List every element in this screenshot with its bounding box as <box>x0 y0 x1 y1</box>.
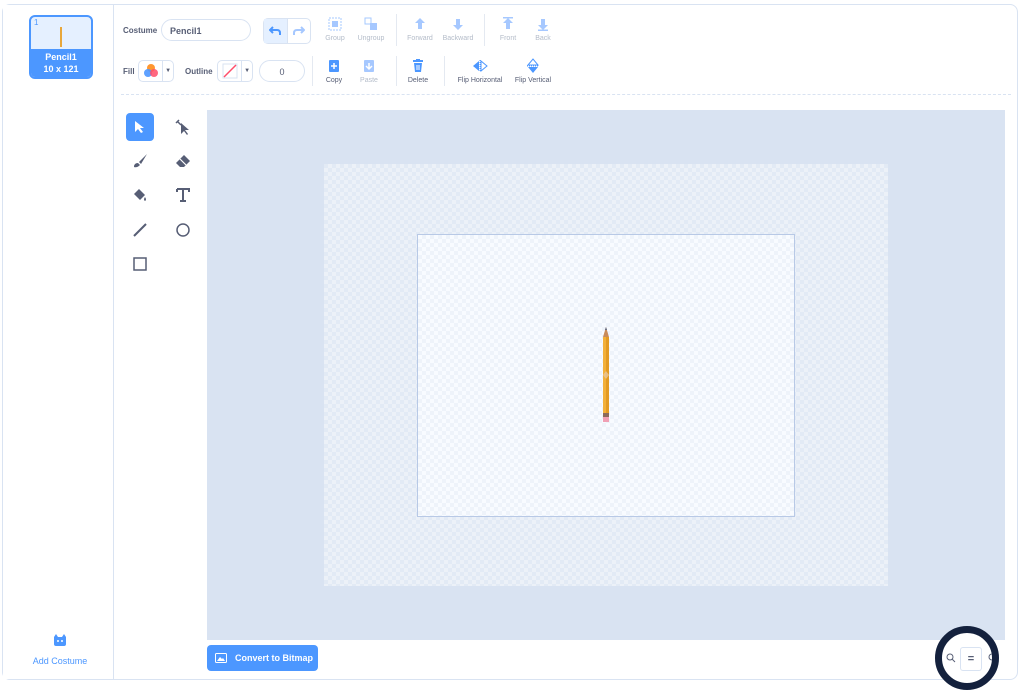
costume-name: Pencil1 <box>45 52 77 62</box>
back-icon <box>538 19 548 31</box>
costume-tile-pencil1[interactable]: 1 Pencil1 10 x 121 <box>29 15 93 79</box>
group-button[interactable]: Group <box>318 16 352 42</box>
backward-label: Backward <box>442 35 474 42</box>
group-label: Group <box>325 35 345 42</box>
eraser-tool[interactable] <box>169 147 197 175</box>
line-icon <box>133 223 147 237</box>
rectangle-icon <box>133 257 147 271</box>
divider <box>396 14 397 46</box>
text-tool[interactable] <box>169 181 197 209</box>
zoom-out-icon <box>946 653 956 663</box>
flip-horizontal-button[interactable]: Flip Horizontal <box>452 58 508 84</box>
add-costume-button[interactable]: Add Costume <box>25 633 95 669</box>
flip-vertical-label: Flip Vertical <box>514 77 552 84</box>
flip-vertical-button[interactable]: Flip Vertical <box>510 58 556 84</box>
redo-button[interactable] <box>288 19 311 43</box>
select-tool[interactable] <box>126 113 154 141</box>
brush-tool[interactable] <box>126 147 154 175</box>
paste-icon <box>364 60 374 72</box>
undo-redo-group <box>263 18 311 44</box>
costume-label: Costume <box>123 26 158 35</box>
copy-label: Copy <box>325 77 343 84</box>
costume-sidebar: 1 Pencil1 10 x 121 Add Costume <box>3 5 114 679</box>
outline-color-picker[interactable]: ▼ <box>217 60 253 82</box>
copy-button[interactable]: Copy <box>317 58 351 84</box>
line-tool[interactable] <box>126 216 154 244</box>
ungroup-label: Ungroup <box>357 35 385 42</box>
cat-icon <box>54 634 66 646</box>
flip-horizontal-icon <box>473 60 488 72</box>
backward-button[interactable]: Backward <box>441 16 475 42</box>
undo-button[interactable] <box>264 19 288 43</box>
delete-button[interactable]: Delete <box>401 58 435 84</box>
front-icon <box>503 17 513 29</box>
forward-button[interactable]: Forward <box>403 16 437 42</box>
undo-icon <box>269 26 282 35</box>
eraser-icon <box>176 155 190 167</box>
costume-size: 10 x 121 <box>43 64 79 74</box>
text-icon <box>176 188 190 202</box>
zoom-controls: = <box>935 626 999 690</box>
copy-icon <box>329 60 339 72</box>
flip-vertical-icon <box>527 58 539 73</box>
brush-icon <box>134 154 147 168</box>
divider <box>396 56 397 86</box>
forward-icon <box>415 18 425 29</box>
reshape-tool[interactable] <box>169 113 197 141</box>
flip-horizontal-label: Flip Horizontal <box>457 77 503 84</box>
zoom-in-icon <box>988 653 992 661</box>
ungroup-icon <box>364 17 377 30</box>
circle-icon <box>176 223 190 237</box>
redo-icon <box>292 26 305 35</box>
zoom-out-button[interactable] <box>942 647 961 669</box>
delete-label: Delete <box>407 77 429 84</box>
fill-label: Fill <box>123 67 135 76</box>
reshape-icon <box>175 119 189 135</box>
add-costume-label: Add Costume <box>32 656 88 666</box>
pencil-shape[interactable] <box>600 327 612 423</box>
divider <box>444 56 445 86</box>
divider <box>312 56 313 86</box>
front-label: Front <box>499 35 517 42</box>
outline-label: Outline <box>185 67 213 76</box>
convert-to-bitmap-label: Convert to Bitmap <box>235 653 314 663</box>
costume-info: Pencil1 10 x 121 <box>31 49 91 77</box>
ungroup-button[interactable]: Ungroup <box>354 16 388 42</box>
costume-number: 1 <box>34 18 39 27</box>
backward-icon <box>453 19 463 30</box>
circle-tool[interactable] <box>169 216 197 244</box>
paste-button[interactable]: Paste <box>352 58 386 84</box>
trash-icon <box>413 59 423 72</box>
divider <box>484 14 485 46</box>
arrow-cursor-icon <box>135 121 144 133</box>
fill-color-picker[interactable]: ▼ <box>138 60 174 82</box>
group-icon <box>328 17 342 31</box>
fill-tool[interactable] <box>126 181 154 209</box>
toolbar-divider <box>121 94 1011 95</box>
costume-name-input[interactable]: Pencil1 <box>161 19 251 41</box>
paint-bucket-icon <box>134 189 146 201</box>
convert-to-bitmap-button[interactable]: Convert to Bitmap <box>207 645 318 671</box>
chevron-down-icon: ▼ <box>165 68 172 74</box>
paste-label: Paste <box>360 77 378 84</box>
color-mix-icon <box>143 64 158 77</box>
image-icon <box>215 653 227 663</box>
costume-thumbnail <box>60 27 62 47</box>
zoom-reset-button[interactable]: = <box>960 647 982 671</box>
rectangle-tool[interactable] <box>126 250 154 278</box>
chevron-down-icon: ▼ <box>244 68 251 74</box>
front-button[interactable]: Front <box>491 16 525 42</box>
forward-label: Forward <box>407 35 433 42</box>
no-color-icon <box>222 63 238 79</box>
zoom-in-button[interactable] <box>983 647 992 669</box>
back-button[interactable]: Back <box>526 16 560 42</box>
outline-width-input[interactable]: 0 <box>259 60 305 82</box>
back-label: Back <box>535 35 551 42</box>
